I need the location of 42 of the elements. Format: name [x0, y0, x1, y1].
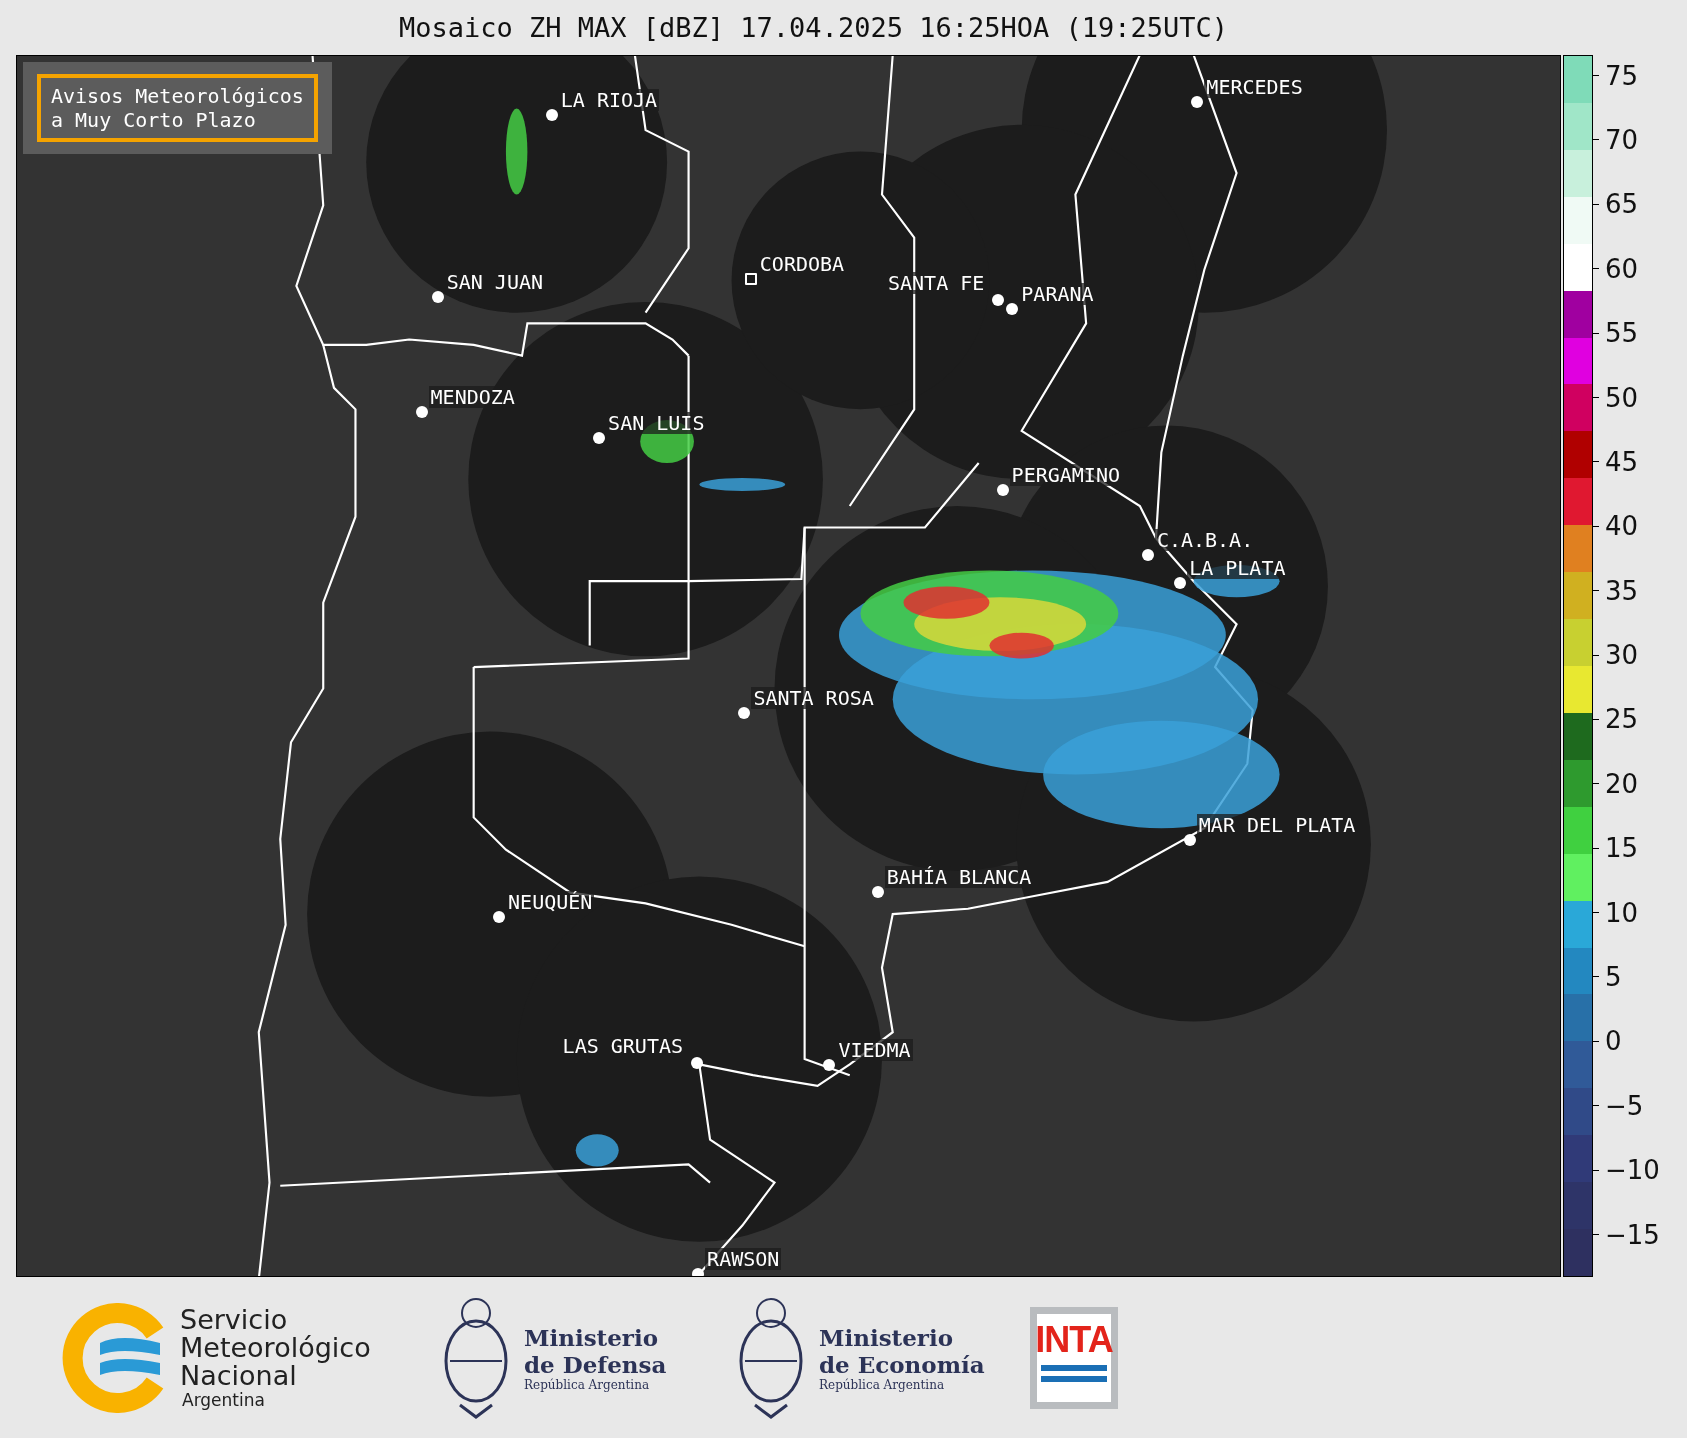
scale-tick-label: 0 — [1605, 1026, 1622, 1057]
scale-tick-label: 75 — [1605, 60, 1639, 91]
scale-tick-label: −15 — [1605, 1219, 1660, 1250]
logo-text: Nacional — [180, 1361, 297, 1390]
city-label: RAWSON — [705, 1248, 782, 1271]
ministry-name: Ministerio — [524, 1323, 660, 1351]
legend-text: Avisos Meteorológicos — [51, 84, 304, 108]
city-label: MENDOZA — [428, 386, 517, 409]
scale-tick-label: 65 — [1605, 189, 1639, 220]
city-label: VIEDMA — [836, 1039, 913, 1062]
city-label: SAN LUIS — [606, 411, 707, 434]
scale-tick-label: 70 — [1605, 125, 1639, 155]
scale-tick-label: 5 — [1605, 961, 1622, 992]
scale-tick-label: 20 — [1605, 768, 1639, 799]
scale-tick-label: 50 — [1605, 382, 1639, 413]
scale-tick-label: 55 — [1605, 318, 1639, 349]
scale-tick-label: 30 — [1605, 640, 1639, 671]
city-dot-icon — [692, 1268, 705, 1276]
logo-subtitle: Argentina — [181, 1389, 266, 1410]
scale-tick-label: 15 — [1605, 833, 1639, 864]
scale-tick-label: −5 — [1605, 1090, 1644, 1121]
city-label: MAR DEL PLATA — [1196, 814, 1358, 837]
scale-tick-label: 35 — [1605, 575, 1639, 606]
scale-tick-label: 25 — [1605, 704, 1639, 735]
city-label: NEUQUÉN — [506, 890, 595, 913]
chart-title: Mosaico ZH MAX [dBZ] 17.04.2025 16:25HOA (19:25UTC) — [399, 12, 1229, 43]
scale-tick-label: 45 — [1605, 446, 1639, 477]
scale-tick-label: 60 — [1605, 253, 1639, 284]
city-label: BAHÍA BLANCA — [884, 866, 1034, 889]
scale-tick-label: −10 — [1605, 1155, 1660, 1186]
logo-text: INTA — [1035, 1319, 1113, 1360]
city-label: SANTA ROSA — [751, 687, 876, 710]
legend-text: a Muy Corto Plazo — [51, 108, 257, 132]
ministry-name: de Defensa — [524, 1350, 667, 1378]
country-text: República Argentina — [819, 1377, 946, 1392]
scale-tick-label: 10 — [1605, 897, 1639, 928]
logo-text: Servicio — [180, 1305, 289, 1334]
country-text: República Argentina — [524, 1377, 651, 1392]
ministry-name: Ministerio — [819, 1323, 955, 1351]
scale-tick-label: 40 — [1605, 511, 1639, 542]
ministry-name: de Economía — [819, 1350, 985, 1378]
logo-text: Meteorológico — [180, 1333, 371, 1362]
